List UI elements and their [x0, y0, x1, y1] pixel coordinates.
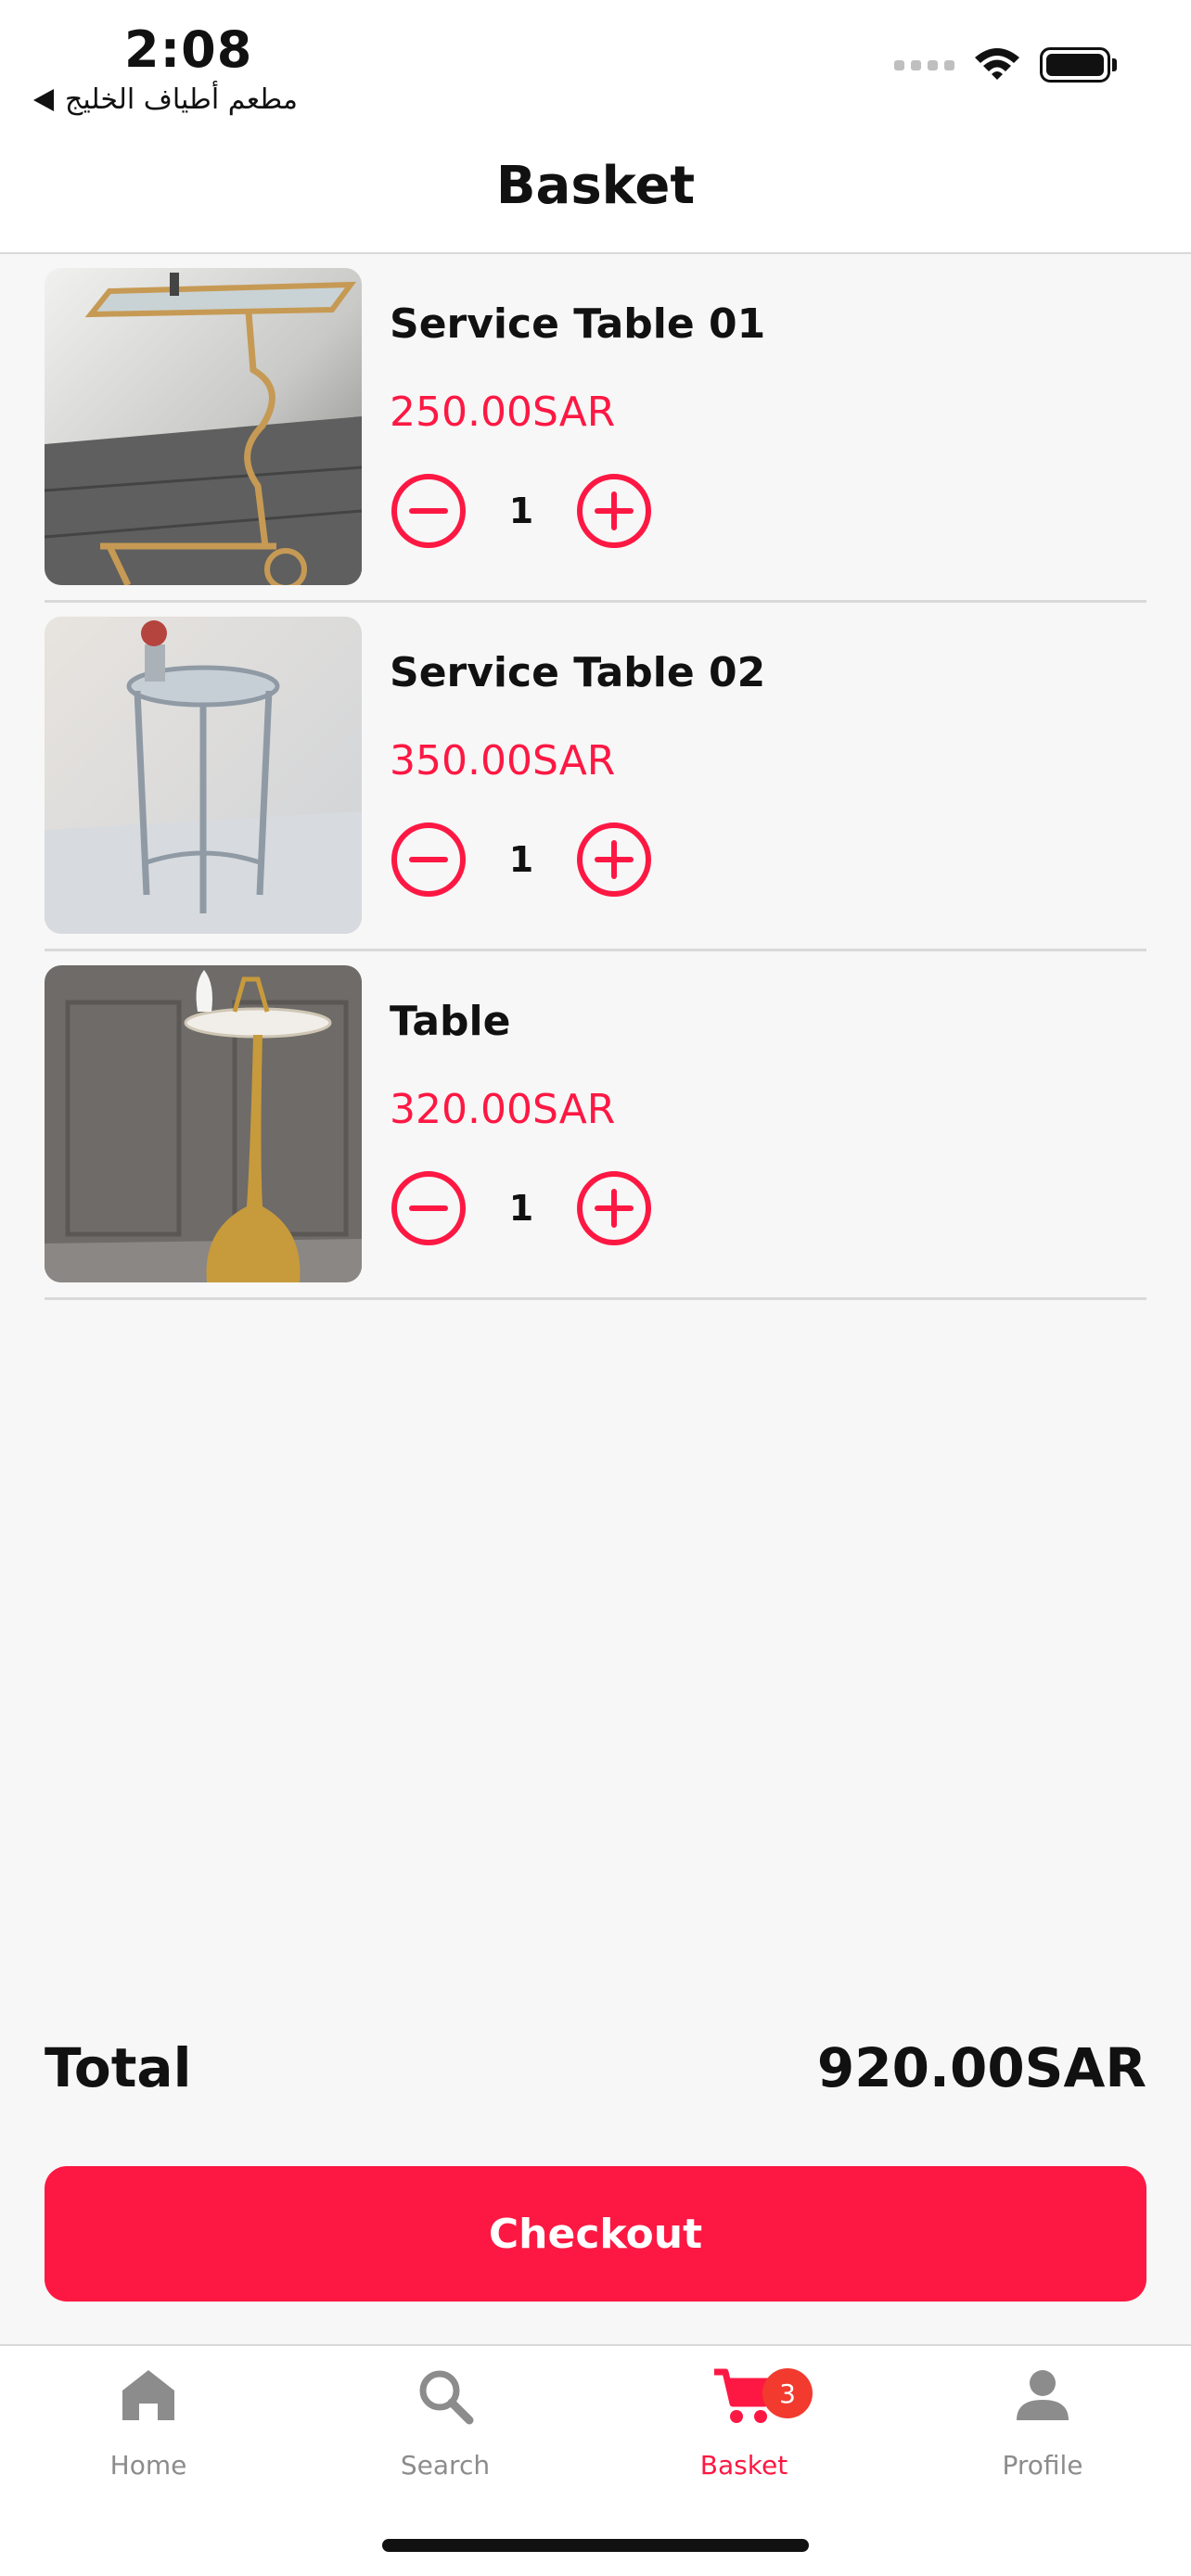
product-price: 250.00SAR: [390, 389, 616, 436]
home-indicator: [382, 2539, 809, 2552]
tab-label: Basket: [699, 2450, 788, 2480]
search-icon: [419, 2370, 474, 2425]
quantity-stepper: 1: [390, 472, 653, 550]
cart-count-badge: 3: [762, 2368, 813, 2418]
back-triangle-icon: [33, 88, 54, 111]
tab-label: Profile: [1002, 2450, 1083, 2480]
tab-profile[interactable]: Profile: [941, 2363, 1145, 2480]
basket-list: Service Table 01 250.00SAR 1 Service Tab…: [45, 254, 1146, 1300]
total-value: 920.00SAR: [816, 2036, 1146, 2099]
total-label: Total: [45, 2036, 192, 2099]
wifi-icon: [973, 45, 1021, 85]
product-name[interactable]: Service Table 02: [390, 649, 765, 696]
tab-basket[interactable]: 3 Basket: [642, 2363, 846, 2480]
product-image-gold-frame-table[interactable]: [45, 268, 362, 585]
minus-circle-icon[interactable]: [390, 821, 467, 899]
plus-circle-icon[interactable]: [575, 1169, 653, 1247]
basket-item: Service Table 02 350.00SAR 1: [45, 603, 1146, 951]
basket-item: Service Table 01 250.00SAR 1: [45, 254, 1146, 603]
back-app-label: مطعم أطياف الخليج: [65, 83, 298, 116]
product-name[interactable]: Service Table 01: [390, 300, 765, 348]
person-icon: [1017, 2370, 1069, 2420]
plus-circle-icon[interactable]: [575, 821, 653, 899]
plus-circle-icon[interactable]: [575, 472, 653, 550]
product-price: 350.00SAR: [390, 737, 616, 784]
quantity-stepper: 1: [390, 1169, 653, 1247]
basket-item: Table 320.00SAR 1: [45, 951, 1146, 1300]
tab-label: Search: [400, 2450, 491, 2480]
status-icons: [894, 45, 1117, 85]
page-title: Basket: [495, 156, 696, 216]
product-image-silver-round-table[interactable]: [45, 617, 362, 934]
quantity-value: 1: [508, 1188, 534, 1229]
product-name[interactable]: Table: [390, 998, 510, 1045]
home-icon: [122, 2370, 174, 2420]
top-bar: 2:08 مطعم أطياف الخليج Basket: [0, 0, 1191, 254]
quantity-value: 1: [508, 839, 534, 880]
product-price: 320.00SAR: [390, 1086, 616, 1133]
tab-home[interactable]: Home: [46, 2363, 250, 2480]
tab-label: Home: [109, 2450, 187, 2480]
product-image-gold-pedestal-table[interactable]: [45, 965, 362, 1282]
minus-circle-icon[interactable]: [390, 472, 467, 550]
quantity-value: 1: [508, 491, 534, 531]
status-time: 2:08: [124, 20, 253, 79]
tab-search[interactable]: Search: [343, 2363, 547, 2480]
minus-circle-icon[interactable]: [390, 1169, 467, 1247]
battery-icon: [1040, 47, 1117, 83]
quantity-stepper: 1: [390, 821, 653, 899]
signal-icon: [894, 59, 954, 70]
checkout-button[interactable]: Checkout: [45, 2166, 1146, 2302]
back-to-app-link[interactable]: مطعم أطياف الخليج: [33, 83, 298, 116]
